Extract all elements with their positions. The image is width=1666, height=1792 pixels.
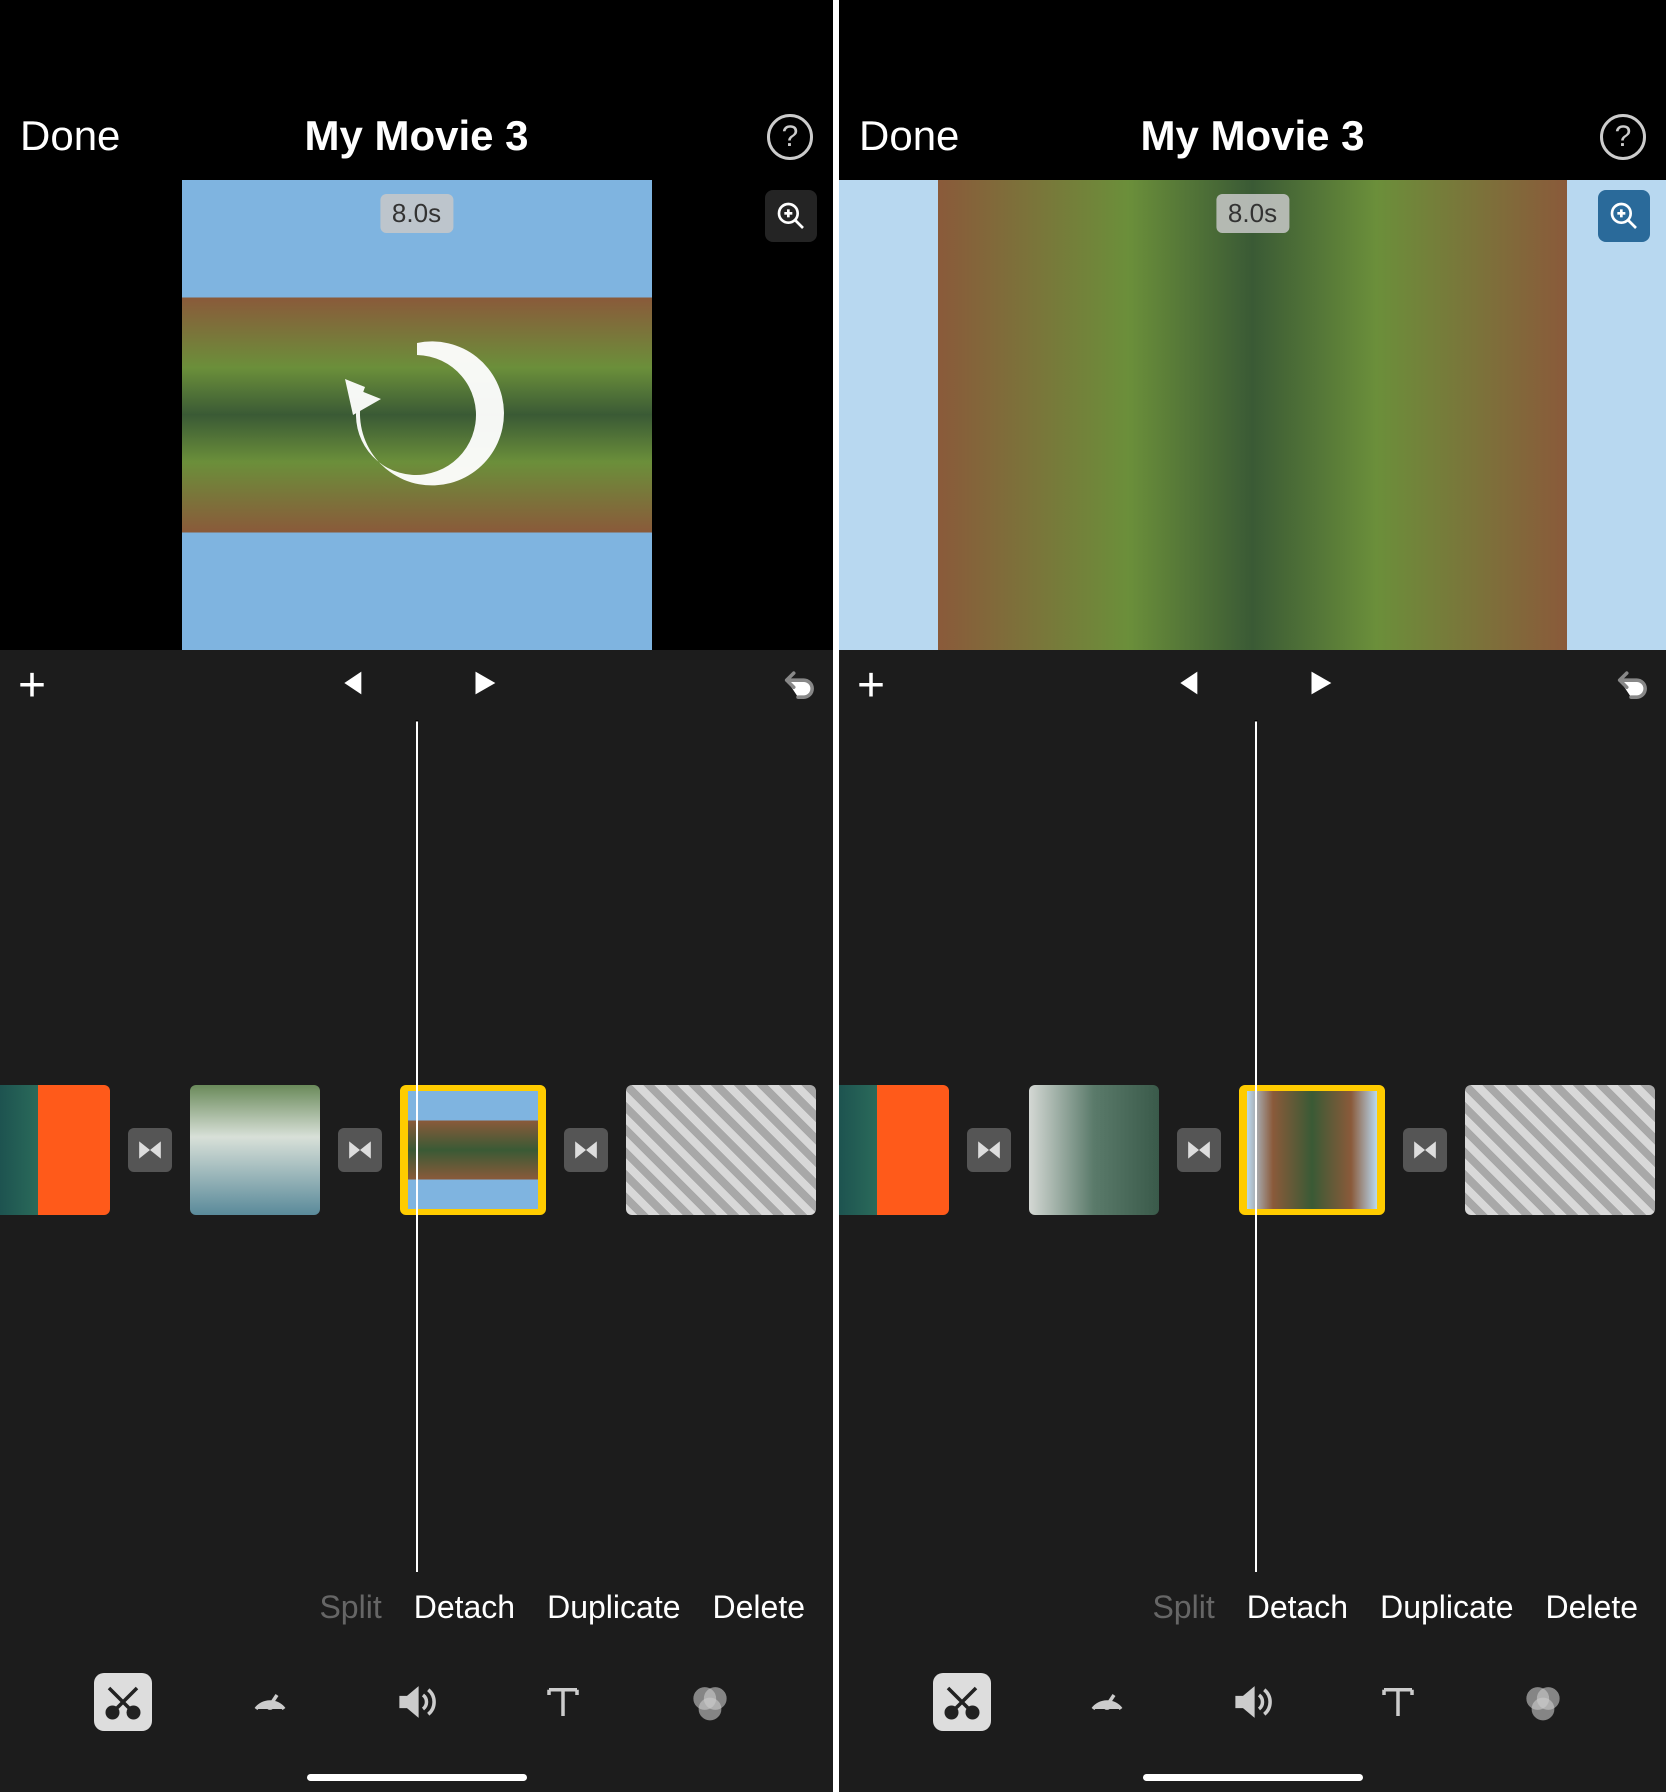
clip-actions: Split Detach Duplicate Delete <box>0 1572 833 1642</box>
clip-track[interactable] <box>0 1085 816 1215</box>
timeline[interactable] <box>839 720 1666 1572</box>
header: Done My Movie 3 ? <box>0 0 833 180</box>
zoom-button[interactable] <box>1598 190 1650 242</box>
playhead[interactable] <box>1255 720 1257 1572</box>
transition-icon[interactable] <box>967 1128 1011 1172</box>
clip-1[interactable] <box>0 1085 110 1215</box>
header: Done My Movie 3 ? <box>839 0 1666 180</box>
toolbar <box>0 1642 833 1762</box>
detach-action[interactable]: Detach <box>414 1589 515 1626</box>
transport-bar: + <box>839 650 1666 720</box>
phone-left: Done My Movie 3 ? 8.0s + <box>0 0 833 1792</box>
toolbar <box>839 1642 1666 1762</box>
volume-tool[interactable] <box>1223 1673 1281 1731</box>
clip-2[interactable] <box>1029 1085 1159 1215</box>
project-title: My Movie 3 <box>1140 112 1364 160</box>
transition-icon[interactable] <box>564 1128 608 1172</box>
cut-tool[interactable] <box>933 1673 991 1731</box>
add-media-button[interactable]: + <box>857 658 897 713</box>
clip-2[interactable] <box>190 1085 320 1215</box>
speed-tool[interactable] <box>241 1673 299 1731</box>
home-indicator[interactable] <box>839 1762 1666 1792</box>
done-button[interactable]: Done <box>859 112 959 160</box>
help-button[interactable]: ? <box>1600 114 1646 160</box>
transition-icon[interactable] <box>128 1128 172 1172</box>
done-button[interactable]: Done <box>20 112 120 160</box>
clip-4[interactable] <box>626 1085 816 1215</box>
duplicate-action[interactable]: Duplicate <box>547 1589 680 1626</box>
play-button[interactable] <box>1303 666 1337 705</box>
clip-duration-badge: 8.0s <box>1216 194 1289 233</box>
clip-track[interactable] <box>839 1085 1655 1215</box>
filters-tool[interactable] <box>681 1673 739 1731</box>
speed-tool[interactable] <box>1078 1673 1136 1731</box>
add-media-button[interactable]: + <box>18 658 58 713</box>
delete-action[interactable]: Delete <box>1546 1589 1639 1626</box>
clip-4[interactable] <box>1465 1085 1655 1215</box>
undo-button[interactable] <box>1614 666 1648 705</box>
duplicate-action[interactable]: Duplicate <box>1380 1589 1513 1626</box>
clip-actions: Split Detach Duplicate Delete <box>839 1572 1666 1642</box>
clip-3-selected[interactable] <box>400 1085 546 1215</box>
preview-area[interactable]: 8.0s <box>0 180 833 650</box>
undo-button[interactable] <box>781 666 815 705</box>
preview-frame: 8.0s <box>182 180 652 650</box>
home-indicator[interactable] <box>0 1762 833 1792</box>
cut-tool[interactable] <box>94 1673 152 1731</box>
project-title: My Movie 3 <box>304 112 528 160</box>
filters-tool[interactable] <box>1514 1673 1572 1731</box>
preview-frame: 8.0s <box>839 180 1666 650</box>
timeline[interactable] <box>0 720 833 1572</box>
transition-icon[interactable] <box>1403 1128 1447 1172</box>
phone-right: Done My Movie 3 ? 8.0s + Split <box>833 0 1666 1792</box>
clip-3-selected[interactable] <box>1239 1085 1385 1215</box>
play-button[interactable] <box>467 666 501 705</box>
clip-duration-badge: 8.0s <box>380 194 453 233</box>
transition-icon[interactable] <box>1177 1128 1221 1172</box>
help-button[interactable]: ? <box>767 114 813 160</box>
volume-tool[interactable] <box>387 1673 445 1731</box>
transition-icon[interactable] <box>338 1128 382 1172</box>
skip-back-button[interactable] <box>333 666 367 705</box>
transport-bar: + <box>0 650 833 720</box>
clip-1[interactable] <box>839 1085 949 1215</box>
zoom-button[interactable] <box>765 190 817 242</box>
detach-action[interactable]: Detach <box>1247 1589 1348 1626</box>
text-tool[interactable] <box>1369 1673 1427 1731</box>
skip-back-button[interactable] <box>1169 666 1203 705</box>
delete-action[interactable]: Delete <box>713 1589 806 1626</box>
split-action: Split <box>319 1589 381 1626</box>
rotate-overlay-icon <box>317 315 517 515</box>
playhead[interactable] <box>416 720 418 1572</box>
text-tool[interactable] <box>534 1673 592 1731</box>
preview-area[interactable]: 8.0s <box>839 180 1666 650</box>
split-action: Split <box>1152 1589 1214 1626</box>
